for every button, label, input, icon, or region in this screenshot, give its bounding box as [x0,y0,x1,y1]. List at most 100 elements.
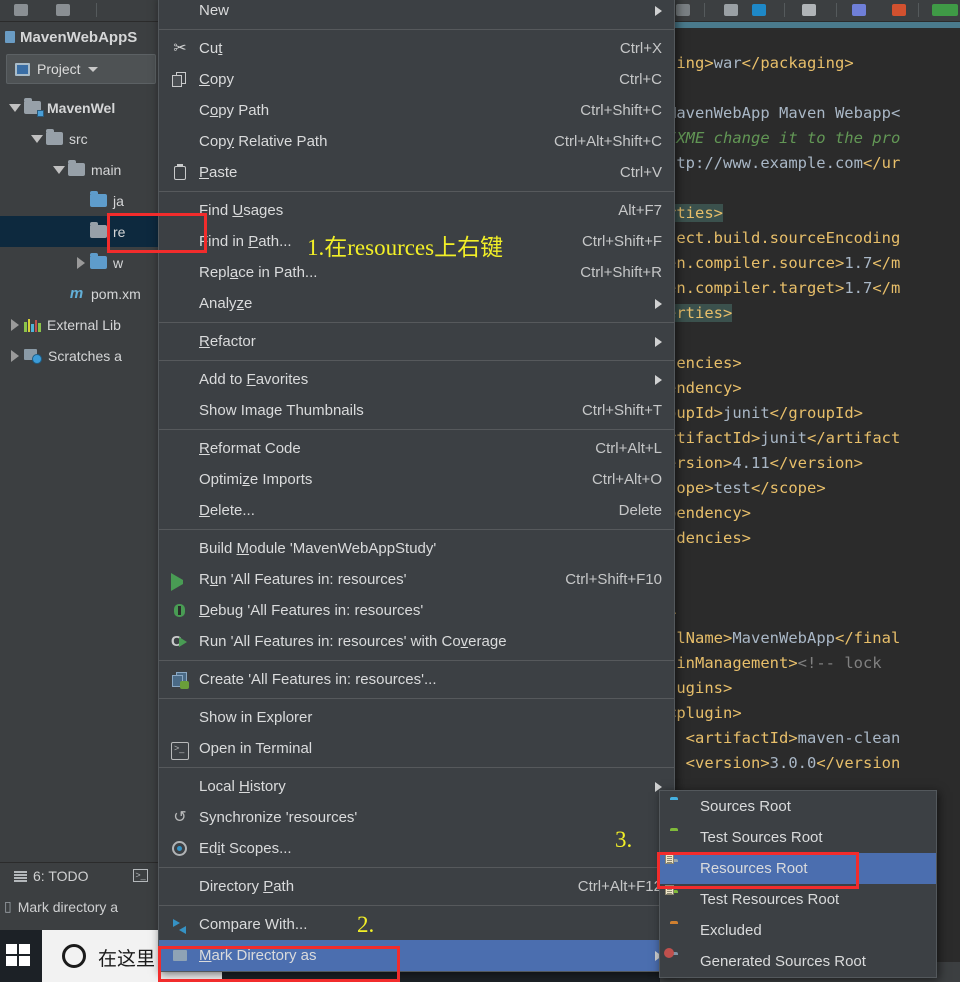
menu-item-local-history[interactable]: Local History [159,771,674,802]
menu-item-label: Edit Scopes... [199,840,292,857]
windows-start-icon[interactable] [6,944,30,967]
tree-row-ja[interactable]: ja [0,185,172,216]
tree-row-main[interactable]: main [0,154,172,185]
tree-twisty[interactable] [6,318,24,331]
menu-item-analyze[interactable]: Analyze [159,288,674,319]
tree-row-external-lib[interactable]: External Lib [0,309,172,340]
tree-row-src[interactable]: src [0,123,172,154]
status-todo-button[interactable]: 6: TODO [14,868,89,884]
menu-item-show-image-thumbnails[interactable]: Show Image Thumbnails Ctrl+Shift+T [159,395,674,426]
menu-item-label: Optimize Imports [199,471,313,488]
code-line: <plugin> [667,701,960,726]
tree-twisty[interactable] [6,103,24,112]
menu-item-show-in-explorer[interactable]: Show in Explorer [159,702,674,733]
menu-item-copy-relative-path[interactable]: Copy Relative Path Ctrl+Alt+Shift+C [159,126,674,157]
chevron-right-icon [655,5,662,16]
copy-icon [171,71,189,89]
editor-code-content: ging>war</packaging> MavenWebApp Maven W… [667,26,960,776]
menu-item-mark-directory-as[interactable]: Mark Directory as [159,940,674,971]
code-line: ndencies> [667,526,960,551]
submenu-item-label: Resources Root [700,860,808,877]
folder-cyan-icon [670,800,688,814]
code-line: dencies> [667,351,960,376]
menu-item-label: Show in Explorer [199,709,313,726]
menu-separator [159,867,674,868]
toolbar-icon-2[interactable] [56,4,70,16]
submenu-item-generated-sources-root[interactable]: Generated Sources Root [660,946,936,977]
code-line: <artifactId>maven-clean [667,726,960,751]
menu-item-label: Show Image Thumbnails [199,402,364,419]
code-token: lugins> [667,679,733,697]
tree-row-pom-xm[interactable]: m pom.xm [0,278,172,309]
menu-item-delete[interactable]: Delete... Delete [159,495,674,526]
menu-item-new[interactable]: New [159,0,674,26]
folder-orange-icon [670,924,688,938]
submenu-item-sources-root[interactable]: Sources Root [660,791,936,822]
tree-row-mavenwel[interactable]: MavenWel [0,92,172,123]
menu-item-label: Directory Path [199,878,295,895]
terminal-icon[interactable]: >_ [133,869,148,882]
menu-item-paste[interactable]: Paste Ctrl+V [159,157,674,188]
submenu-item-resources-root[interactable]: Resources Root [660,853,936,884]
menu-item-debug-all-features-in-resources[interactable]: Debug 'All Features in: resources' [159,595,674,626]
toolbar-stop-icon[interactable] [892,4,906,16]
debug-icon [171,602,189,620]
menu-item-build-module-mavenwebappstudy[interactable]: Build Module 'MavenWebAppStudy' [159,533,674,564]
menu-item-optimize-imports[interactable]: Optimize Imports Ctrl+Alt+O [159,464,674,495]
toolbar-run-icon[interactable] [752,4,766,16]
tree-twisty[interactable] [50,165,68,174]
submenu-item-test-sources-root[interactable]: Test Sources Root [660,822,936,853]
page-title: MavenWebAppS [20,28,138,46]
tree-twisty[interactable] [6,349,24,362]
search-input[interactable]: 在这里 [98,944,155,971]
code-line: erties> [667,301,960,326]
code-token: </m [872,254,901,272]
mark-directory-icon [171,947,189,965]
annotation-3: 3. [615,827,633,852]
menu-item-compare-with[interactable]: Compare With... [159,909,674,940]
submenu-item-test-resources-root[interactable]: Test Resources Root [660,884,936,915]
tree-twisty[interactable] [28,134,46,143]
code-line: endency> [667,376,960,401]
menu-item-copy[interactable]: Copy Ctrl+C [159,64,674,95]
tree-row-re[interactable]: re [0,216,172,247]
submenu-item-label: Sources Root [700,798,791,815]
toolbar-green-icon[interactable] [932,4,958,16]
menu-item-refactor[interactable]: Refactor [159,326,674,357]
menu-item-reformat-code[interactable]: Reformat Code Ctrl+Alt+L [159,433,674,464]
toolbar-sync-icon[interactable] [852,4,866,16]
menu-item-synchronize-resources[interactable]: ↺ Synchronize 'resources' [159,802,674,833]
submenu-item-excluded[interactable]: Excluded [660,915,936,946]
tree-twisty[interactable] [72,256,90,269]
menu-item-find-usages[interactable]: Find Usages Alt+F7 [159,195,674,226]
toolbar-save-icon[interactable] [802,4,816,16]
menu-item-copy-path[interactable]: Copy Path Ctrl+Shift+C [159,95,674,126]
menu-item-run-all-features-in-resources[interactable]: Run 'All Features in: resources' Ctrl+Shi… [159,564,674,595]
tree-row-scratches-a[interactable]: Scratches a [0,340,172,371]
chevron-down-icon [9,103,21,112]
menu-item-add-to-favorites[interactable]: Add to Favorites [159,364,674,395]
menu-item-accelerator: Delete [618,502,662,519]
code-token: junit [723,404,770,422]
tree-row-w[interactable]: w [0,247,172,278]
menu-item-run-all-features-in-resources-with-coverage[interactable]: C Run 'All Features in: resources' with C… [159,626,674,657]
menu-item-create-all-features-in-resources[interactable]: Create 'All Features in: resources'... [159,664,674,695]
chevron-down-icon[interactable] [87,66,98,72]
paste-icon [171,163,189,182]
menu-item-directory-path[interactable]: Directory Path Ctrl+Alt+F12 [159,871,674,902]
code-token: 1.7 [844,279,873,297]
menu-item-edit-scopes[interactable]: Edit Scopes... [159,833,674,864]
menu-item-cut[interactable]: ✂ Cut Ctrl+X [159,33,674,64]
menu-item-open-in-terminal[interactable]: >_ Open in Terminal [159,733,674,764]
toolbar-icon-1[interactable] [14,4,28,16]
code-token: war [713,54,742,72]
submenu-item-label: Test Sources Root [700,829,823,846]
submenu-item-label: Generated Sources Root [700,953,866,970]
project-tree[interactable]: MavenWel src main ja re w m pom.xm External Lib S… [0,92,172,371]
toolbar-icon-3[interactable] [676,4,690,16]
project-tool-tab[interactable]: Project [6,54,156,84]
toolbar-icon-4[interactable] [724,4,738,16]
mark-directory-as-submenu[interactable]: Sources Root Test Sources Root Resources R… [659,790,937,978]
context-menu[interactable]: New ✂ Cut Ctrl+X Copy Ctrl+C Copy Path Ctrl+Shi… [158,0,675,972]
module-folder-icon [24,98,44,117]
